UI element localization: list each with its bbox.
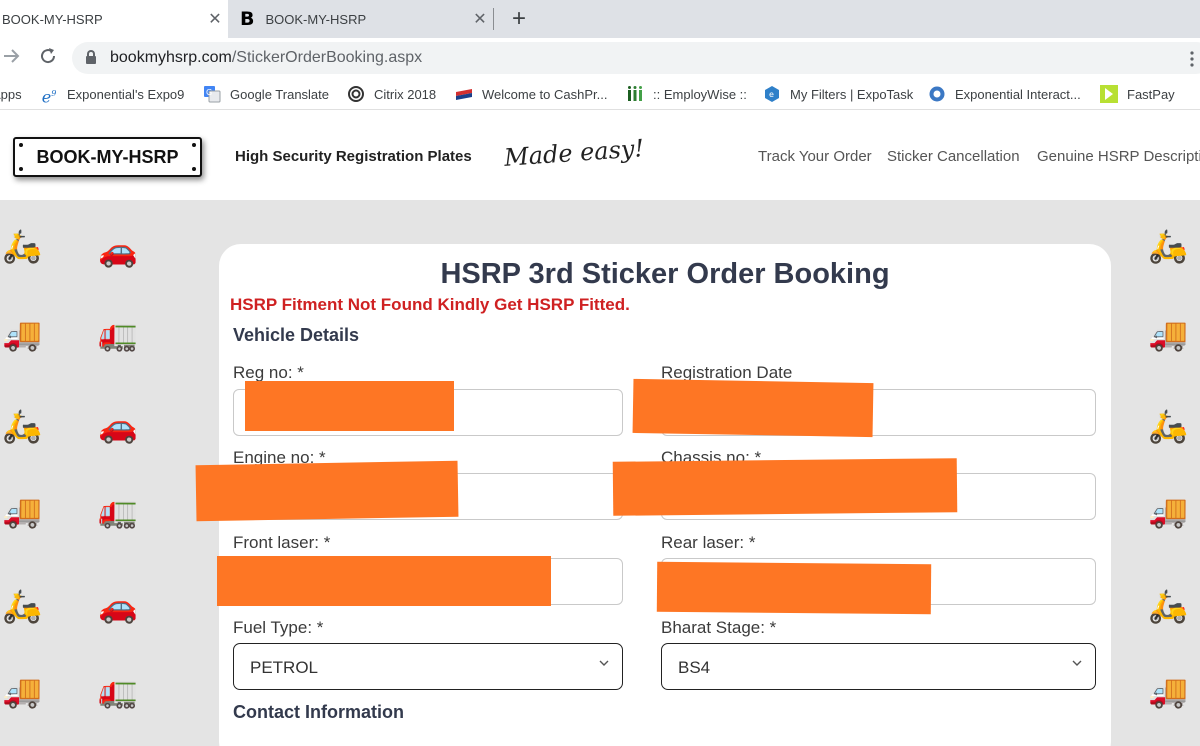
bookmark-citrix[interactable]: Citrix 2018 [347,78,436,110]
fuel-type-select[interactable]: PETROL [233,643,623,690]
truck-icon: 🚛 [98,493,138,529]
browser-tab-strip: BOOK-MY-HSRP ✕ B BOOK-MY-HSRP ✕ + [0,0,1200,38]
fuel-type-value: PETROL [250,658,319,677]
car-icon: 🚗 [98,588,138,624]
rear-laser-label: Rear laser: * [661,533,756,552]
bookmark-label: Exponential Interact... [955,86,1081,102]
reload-icon[interactable] [36,46,60,70]
truck-icon: 🚚 [2,673,42,709]
bookmark-label: Google Translate [230,86,330,102]
nav-sticker-cancellation[interactable]: Sticker Cancellation [887,148,1020,165]
scooter-icon: 🛵 [1148,408,1188,444]
tab-book-my-hsrp-active[interactable]: BOOK-MY-HSRP ✕ [0,0,228,38]
address-bar[interactable]: bookmyhsrp.com/StickerOrderBooking.aspx [72,42,1200,74]
bookmark-cashpro[interactable]: Welcome to CashPr... [455,78,607,110]
contact-information-heading: Contact Information [233,702,404,722]
bookmark-apps[interactable]: Apps [0,78,22,110]
truck-icon: 🚚 [1148,493,1188,529]
bookmark-exponential-interact[interactable]: Exponential Interact... [928,78,1081,110]
front-laser-label: Front laser: * [233,533,331,552]
url-text: bookmyhsrp.com/StickerOrderBooking.aspx [110,49,422,67]
bookmark-label: My Filters | ExpoTask [790,86,914,102]
svg-text:e: e [769,90,774,99]
browser-toolbar: bookmyhsrp.com/StickerOrderBooking.aspx [0,38,1200,78]
new-tab-button[interactable]: + [506,3,532,35]
tab-title: BOOK-MY-HSRP [265,11,367,27]
bookmark-label: Welcome to CashPr... [482,86,608,102]
e9-icon: e9 [41,87,57,107]
bookmark-google-translate[interactable]: G Google Translate [203,78,329,110]
bookmark-label: :: EmployWise :: [653,86,747,102]
site-logo[interactable]: BOOK-MY-HSRP [13,137,202,177]
truck-icon: 🚚 [2,493,42,529]
truck-icon: 🚚 [2,316,42,352]
chevron-down-icon [1071,657,1083,672]
bookmark-label: FastPay [1127,86,1175,102]
nav-track-your-order[interactable]: Track Your Order [758,148,872,165]
bookmark-label: Apps [0,86,22,102]
truck-icon: 🚚 [1148,316,1188,352]
truck-icon: 🚛 [98,673,138,709]
bookmark-expo9[interactable]: e9 Exponential's Expo9 [40,78,185,110]
bharat-stage-select[interactable]: BS4 [661,643,1096,690]
logo-text: BOOK-MY-HSRP [36,147,179,167]
tab-close-icon[interactable]: ✕ [467,9,493,29]
redaction-box [632,378,874,438]
flag-icon [455,85,473,103]
tab-close-icon[interactable]: ✕ [202,9,228,29]
scooter-icon: 🛵 [1148,588,1188,624]
translate-icon: G [203,85,221,103]
arrow-icon [1100,85,1118,103]
tab-title: BOOK-MY-HSRP [2,11,103,27]
scooter-icon: 🛵 [2,408,42,444]
site-tagline: High Security Registration Plates [235,148,472,165]
forward-arrow-icon[interactable] [0,46,24,70]
site-header: BOOK-MY-HSRP High Security Registration … [0,111,1200,200]
lock-icon [86,50,96,64]
site-slogan: Made easy! [503,134,645,172]
page-title: HSRP 3rd Sticker Order Booking [440,258,890,290]
bookmark-expotask[interactable]: e My Filters | ExpoTask [763,78,913,110]
url-host: bookmyhsrp.com [110,49,232,66]
vehicle-details-heading: Vehicle Details [233,325,360,345]
nav-genuine-hsrp-description[interactable]: Genuine HSRP Descripti [1037,148,1200,165]
reg-no-label: Reg no: * [233,363,304,382]
car-icon: 🚗 [98,232,138,268]
scooter-icon: 🛵 [2,588,42,624]
bookmark-label: Citrix 2018 [374,86,437,102]
b-favicon-icon: B [240,8,255,30]
bookmark-employwise[interactable]: :: EmployWise :: [626,78,747,110]
scooter-icon: 🛵 [2,228,42,264]
expotask-icon: e [763,85,781,103]
browser-menu-icon[interactable] [1190,51,1194,67]
circle-icon [928,85,946,103]
citrix-icon [347,85,365,103]
bookmark-label: Exponential's Expo9 [67,86,185,102]
svg-text:G: G [206,88,212,97]
redaction-box [612,458,958,516]
bookmarks-bar: Apps e9 Exponential's Expo9 G Google Tra… [0,78,1200,110]
bharat-stage-value: BS4 [678,658,711,677]
truck-icon: 🚚 [1148,673,1188,709]
truck-icon: 🚛 [98,316,138,352]
tab-divider [493,8,494,30]
chevron-down-icon [598,657,610,672]
url-path: /StickerOrderBooking.aspx [231,49,423,66]
car-icon: 🚗 [98,408,138,444]
redaction-box [217,556,551,606]
redaction-box [245,381,454,431]
bharat-stage-label: Bharat Stage: * [661,618,777,637]
bars-icon [626,85,644,103]
scooter-icon: 🛵 [1148,228,1188,264]
error-message: HSRP Fitment Not Found Kindly Get HSRP F… [230,295,630,314]
redaction-box [656,561,932,615]
fuel-type-label: Fuel Type: * [233,618,324,637]
tab-book-my-hsrp[interactable]: B BOOK-MY-HSRP ✕ [228,0,493,38]
redaction-box [195,460,459,522]
bookmark-fastpay[interactable]: FastPay [1100,78,1175,110]
